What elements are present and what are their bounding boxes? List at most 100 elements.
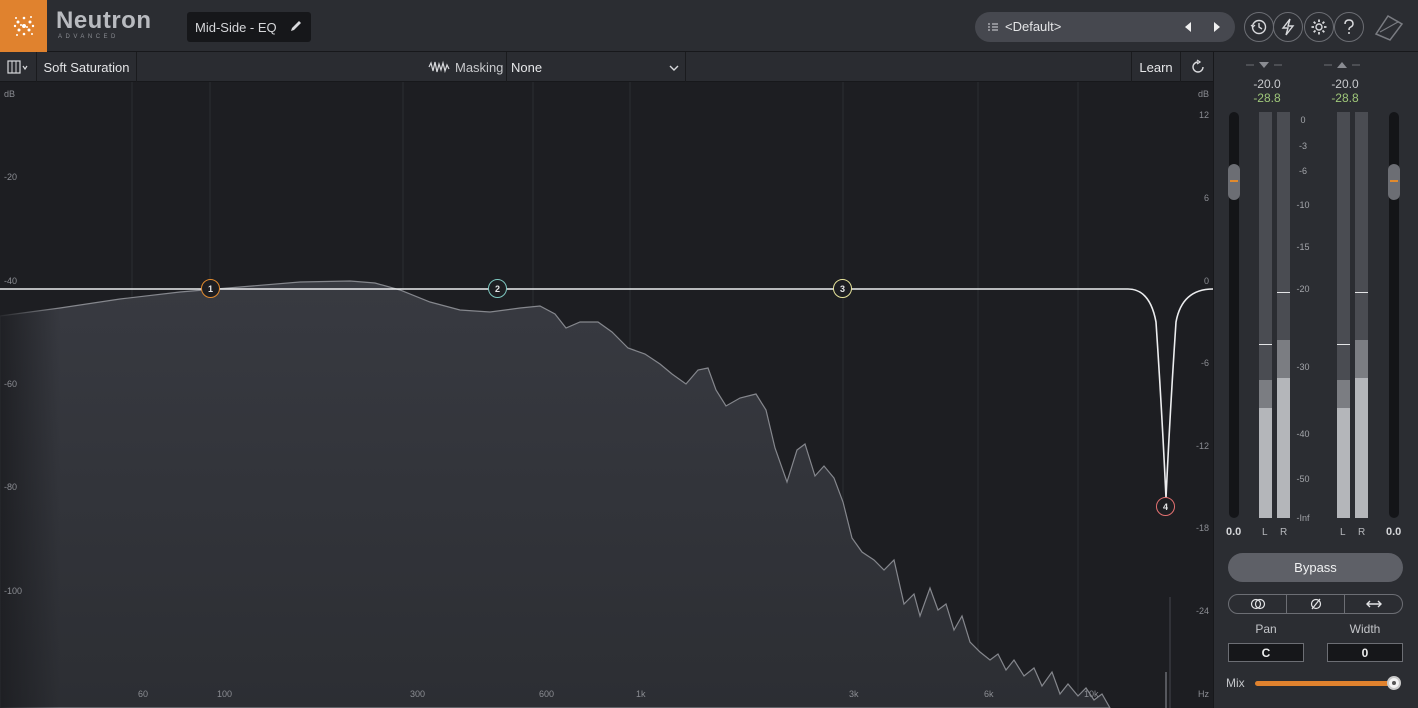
masking-selected-value: None [511, 59, 543, 75]
neutron-plugin-window: Neutron ADVANCED Mid-Side - EQ <Default> [0, 0, 1418, 708]
stereo-mode-icon[interactable] [1229, 595, 1287, 613]
meter-scale-label: -Inf [1296, 513, 1310, 523]
next-preset-button[interactable] [1209, 19, 1225, 35]
right-axis-label: -24 [1195, 606, 1209, 616]
input-collapse-icon[interactable] [1244, 60, 1284, 70]
meter-scale-label: -15 [1296, 242, 1310, 252]
freq-label: 3k [849, 689, 859, 699]
input-gain-value: 0.0 [1226, 526, 1242, 538]
mix-slider-track[interactable] [1255, 681, 1396, 686]
input-meter-left [1259, 112, 1272, 518]
eq-node-2[interactable]: 2 [488, 279, 507, 298]
left-axis-label: -60 [4, 379, 18, 389]
meter-scale-label: -6 [1298, 166, 1307, 176]
history-icon[interactable] [1244, 12, 1274, 42]
left-axis-unit: dB [4, 89, 16, 99]
freq-label: 300 [410, 689, 426, 699]
freq-label: 60 [138, 689, 149, 699]
output-collapse-icon[interactable] [1322, 60, 1362, 70]
gear-icon[interactable] [1304, 12, 1334, 42]
freq-label: 10k [1084, 689, 1099, 699]
io-panel: -20.0 -28.8 -20.0 -28.8 0 -3 -6 -10 -15 … [1213, 52, 1418, 708]
eq-toolbar: Soft Saturation Masking None Learn [0, 52, 1213, 82]
waveform-icon [428, 60, 450, 74]
right-axis-label: 12 [1198, 110, 1209, 120]
preset-name: <Default> [1005, 19, 1062, 34]
meter-scale-label: -30 [1296, 362, 1310, 372]
input-peak-value: -20.0 [1253, 77, 1281, 91]
soft-saturation-toggle[interactable]: Soft Saturation [37, 52, 137, 82]
header-icon-group [1244, 12, 1364, 42]
header-bar: Neutron ADVANCED Mid-Side - EQ <Default> [0, 0, 1418, 52]
mix-slider-thumb[interactable] [1387, 676, 1401, 690]
output-rms-value: -28.8 [1331, 91, 1359, 105]
right-axis-label: -18 [1195, 523, 1209, 533]
input-left-label: L [1262, 527, 1268, 538]
masking-label-text: Masking [455, 59, 504, 75]
help-icon[interactable] [1334, 12, 1364, 42]
input-meter-right [1277, 112, 1290, 518]
eq-node-1[interactable]: 1 [201, 279, 220, 298]
swap-channels-icon[interactable] [1345, 595, 1402, 613]
pencil-icon[interactable] [289, 19, 303, 36]
module-name-field[interactable]: Mid-Side - EQ [187, 12, 311, 42]
module-name-text: Mid-Side - EQ [195, 19, 277, 35]
eq-display[interactable]: dB -20 -40 -60 -80 -100 dB 12 6 0 -6 -12… [0, 82, 1213, 708]
right-axis-unit: dB [1197, 89, 1209, 99]
left-axis-label: -100 [4, 586, 23, 596]
meter-scale-label: -20 [1296, 284, 1310, 294]
meter-scale-label: -10 [1296, 200, 1310, 210]
masking-track-dropdown[interactable]: None [506, 52, 686, 82]
left-axis-label: -40 [4, 276, 18, 286]
input-right-label: R [1280, 527, 1288, 538]
input-gain-slider-thumb[interactable] [1228, 164, 1240, 200]
output-gain-value: 0.0 [1386, 526, 1402, 538]
brand: Neutron ADVANCED [56, 7, 152, 41]
output-right-label: R [1358, 527, 1366, 538]
freq-label: 100 [217, 689, 233, 699]
channel-mode-group [1228, 594, 1403, 614]
freq-label: 6k [984, 689, 994, 699]
output-peak-value: -20.0 [1331, 77, 1359, 91]
izotope-logo-icon [1372, 10, 1406, 44]
view-menu-button[interactable] [0, 52, 37, 82]
freq-label: 600 [539, 689, 555, 699]
list-icon[interactable] [987, 20, 999, 38]
chevron-down-icon [669, 61, 679, 76]
neutron-logo-icon[interactable] [0, 0, 47, 52]
eq-node-4[interactable]: 4 [1156, 497, 1175, 516]
preset-selector[interactable]: <Default> [975, 12, 1235, 42]
width-label: Width [1349, 622, 1381, 636]
learn-button[interactable]: Learn [1131, 52, 1181, 82]
input-rms-value: -28.8 [1253, 91, 1281, 105]
phase-invert-icon[interactable] [1287, 595, 1345, 613]
previous-preset-button[interactable] [1180, 19, 1196, 35]
spectrum-analyzer [0, 280, 1111, 708]
lightning-icon[interactable] [1273, 12, 1303, 42]
eq-node-3[interactable]: 3 [833, 279, 852, 298]
output-meter-right [1355, 112, 1368, 518]
width-field[interactable]: 0 [1327, 643, 1403, 662]
meter-scale-label: 0 [1300, 115, 1306, 125]
output-left-label: L [1340, 527, 1346, 538]
eq-graph[interactable] [0, 82, 1213, 708]
meter-scale-label: -3 [1298, 141, 1307, 151]
output-gain-slider-thumb[interactable] [1388, 164, 1400, 200]
bypass-button[interactable]: Bypass [1228, 553, 1403, 582]
right-axis-label: -12 [1195, 441, 1209, 451]
meter-scale-label: -40 [1296, 429, 1310, 439]
freq-unit: Hz [1198, 689, 1209, 699]
mix-label: Mix [1226, 676, 1245, 690]
masking-label: Masking [428, 52, 503, 82]
brand-subtitle: ADVANCED [58, 34, 119, 40]
left-axis-label: -80 [4, 482, 18, 492]
meter-scale-label: -50 [1296, 474, 1310, 484]
left-axis-label: -20 [4, 172, 18, 182]
right-axis-label: 6 [1203, 193, 1209, 203]
freq-label: 1k [636, 689, 646, 699]
brand-name: Neutron [56, 7, 152, 34]
right-axis-label: -6 [1200, 358, 1209, 368]
output-meter-left [1337, 112, 1350, 518]
reset-icon[interactable] [1185, 52, 1211, 82]
pan-field[interactable]: C [1228, 643, 1304, 662]
